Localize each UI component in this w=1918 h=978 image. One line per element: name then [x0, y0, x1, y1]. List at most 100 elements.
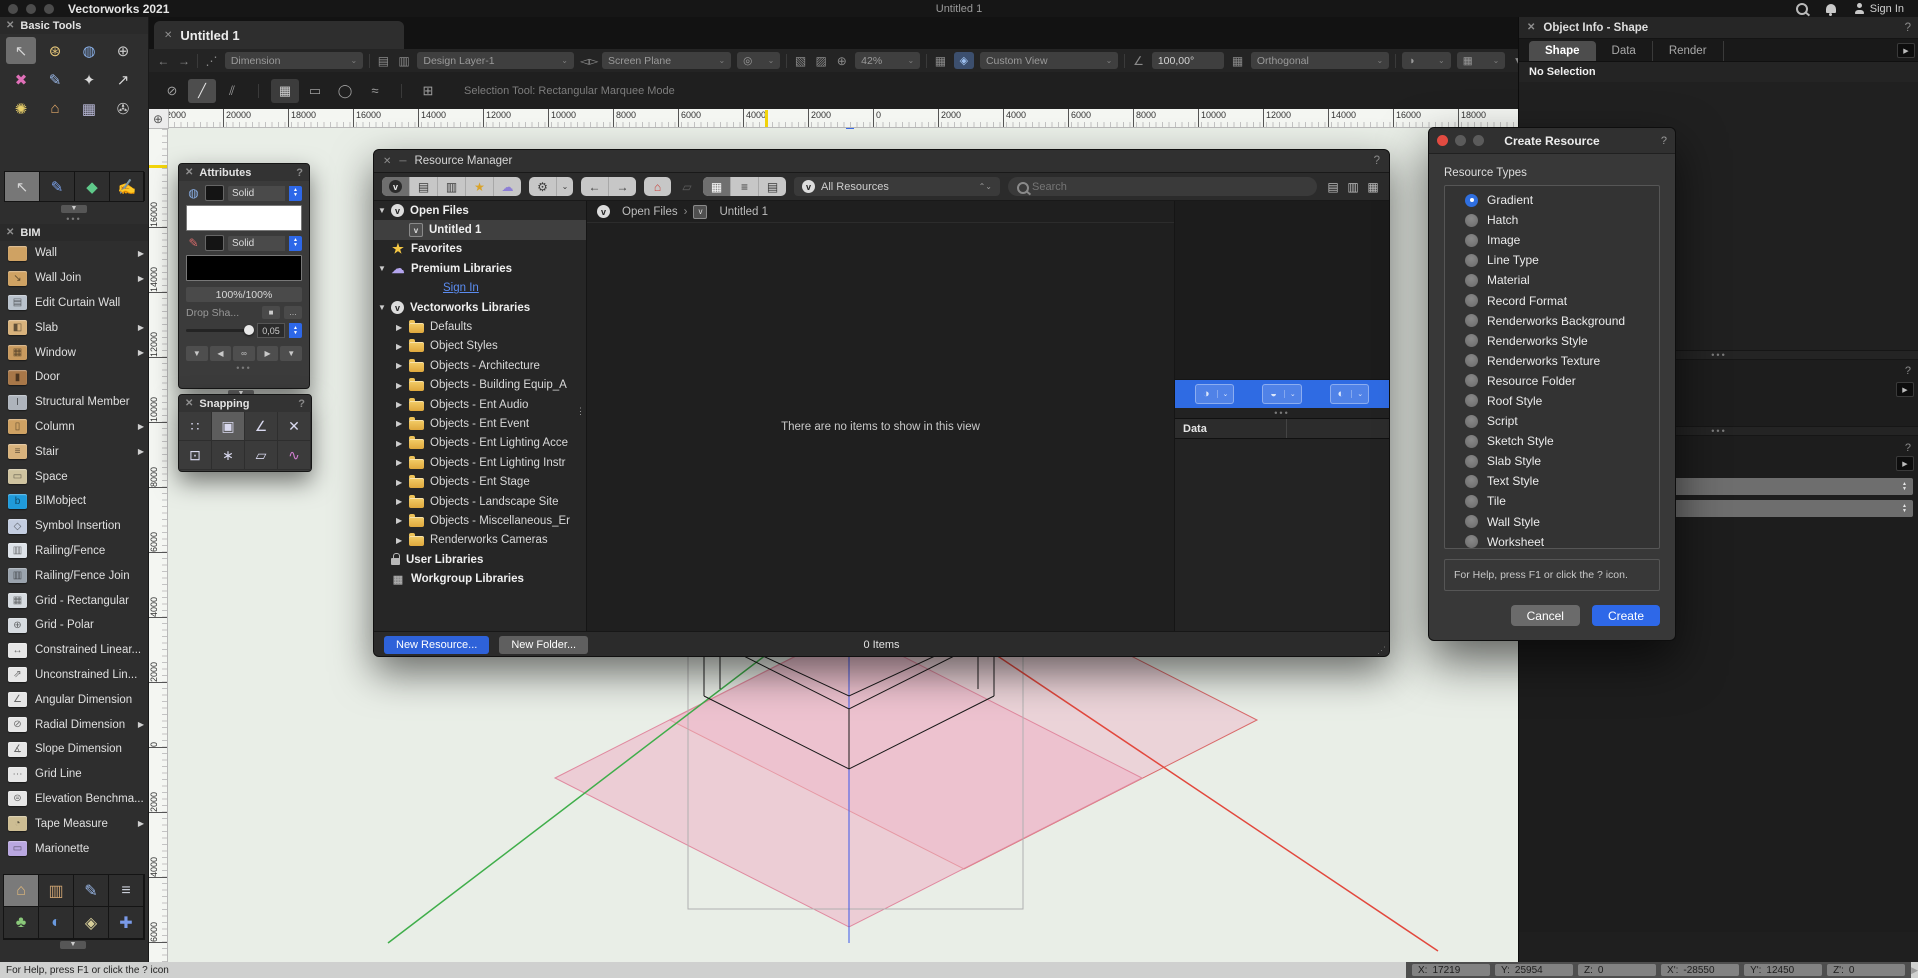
resource-type-option[interactable]: Renderworks Texture: [1445, 351, 1659, 371]
bim-tool-item[interactable]: b BIMobject: [0, 489, 148, 514]
close-tab-icon[interactable]: ✕: [164, 30, 172, 41]
snap-toggle[interactable]: ▣: [212, 412, 245, 441]
breadcrumb-current[interactable]: Untitled 1: [719, 206, 768, 218]
back-icon[interactable]: ←: [156, 54, 171, 68]
pen-color-button[interactable]: [205, 235, 224, 251]
back-button[interactable]: ←: [581, 177, 609, 196]
radio-icon[interactable]: [1465, 415, 1478, 428]
bim-tool-item[interactable]: Wall ▶: [0, 241, 148, 266]
view-prev-icon[interactable]: ▨: [814, 54, 829, 68]
attr-menu-button[interactable]: ▼: [186, 346, 208, 361]
tree-item[interactable]: Untitled 1: [374, 220, 586, 239]
tool-set-button[interactable]: ◐: [39, 907, 74, 939]
expander-icon[interactable]: ▶: [396, 439, 409, 448]
tool-button[interactable]: ✍: [110, 172, 145, 201]
zoom-dropdown[interactable]: 42%⌄: [855, 52, 920, 69]
bim-tool-item[interactable]: ↘ Wall Join ▶: [0, 266, 148, 291]
bim-tool-item[interactable]: ◧ Slab ▶: [0, 315, 148, 340]
forward-icon[interactable]: →: [177, 54, 192, 68]
tree-item[interactable]: ▶ Objects - Ent Stage: [374, 472, 586, 491]
notifications-icon[interactable]: [1826, 4, 1836, 13]
zoom-window-button[interactable]: [44, 4, 54, 14]
texture-dropdown-button[interactable]: ◑ ⌄: [1195, 384, 1235, 404]
tree-item[interactable]: ▶ Objects - Ent Event: [374, 414, 586, 433]
help-icon[interactable]: ?: [1661, 135, 1667, 147]
mode-button[interactable]: ▭: [301, 79, 329, 103]
tab[interactable]: Data: [1596, 41, 1653, 61]
snap-toggle[interactable]: ⊡: [179, 441, 212, 470]
tree-item[interactable]: Workgroup Libraries: [374, 569, 586, 588]
help-icon[interactable]: ?: [296, 167, 303, 179]
expander-icon[interactable]: ▼: [378, 264, 391, 273]
close-icon[interactable]: ✕: [6, 227, 14, 238]
source-filter-button[interactable]: v: [382, 177, 410, 196]
resource-type-option[interactable]: Roof Style: [1445, 391, 1659, 411]
render-mode-dropdown[interactable]: ◑⌄: [1402, 52, 1451, 69]
help-icon[interactable]: ?: [1905, 365, 1911, 377]
tool-button[interactable]: ⊛: [40, 37, 70, 64]
angle-snap-icon[interactable]: ∠: [1131, 54, 1146, 68]
bim-tool-item[interactable]: ∠ Angular Dimension: [0, 687, 148, 712]
attr-link-button[interactable]: ∞: [233, 346, 255, 361]
unified-view-icon[interactable]: ◈: [954, 52, 974, 69]
bim-tool-item[interactable]: ▤ Edit Curtain Wall: [0, 291, 148, 316]
attr-prev-button[interactable]: ◀: [210, 346, 232, 361]
panel-flyout-button[interactable]: ▶: [1897, 43, 1915, 58]
resource-type-option[interactable]: Image: [1445, 230, 1659, 250]
resource-type-option[interactable]: Text Style: [1445, 471, 1659, 491]
resource-type-option[interactable]: Renderworks Style: [1445, 331, 1659, 351]
layer-nav-icon[interactable]: ◅▻: [580, 54, 596, 68]
tree-item[interactable]: User Libraries: [374, 550, 586, 569]
tab[interactable]: Shape: [1529, 41, 1596, 61]
resource-type-option[interactable]: Line Type: [1445, 250, 1659, 270]
snap-toggle[interactable]: ∿: [278, 441, 311, 470]
mode-button[interactable]: ╱: [188, 79, 216, 103]
view-mode-button[interactable]: ▦: [703, 177, 731, 196]
resource-type-option[interactable]: Record Format: [1445, 290, 1659, 310]
tool-button[interactable]: ◆: [75, 172, 110, 201]
coordinate-field[interactable]: Z: 0: [1578, 964, 1656, 976]
source-filter-button[interactable]: ▥: [438, 177, 466, 196]
resource-type-option[interactable]: Resource Folder: [1445, 371, 1659, 391]
palette-gripper[interactable]: •••: [0, 216, 148, 222]
fill-color-button[interactable]: [205, 185, 224, 201]
radio-icon[interactable]: [1465, 314, 1478, 327]
tool-set-button[interactable]: ✎: [74, 875, 109, 907]
fill-color-swatch[interactable]: [186, 205, 302, 231]
expander-icon[interactable]: ▶: [396, 381, 409, 390]
mode-button[interactable]: ▦: [271, 79, 299, 103]
close-icon[interactable]: ✕: [1527, 22, 1535, 33]
texture-dropdown-button[interactable]: ◒ ⌄: [1262, 384, 1302, 404]
tree-item[interactable]: ▶ Object Styles: [374, 337, 586, 356]
snap-toggle[interactable]: ∠: [245, 412, 278, 441]
bim-tool-item[interactable]: ⊘ Radial Dimension ▶: [0, 712, 148, 737]
expander-icon[interactable]: ▶: [396, 419, 409, 428]
ruler-origin-icon[interactable]: ⊕: [148, 109, 169, 129]
coordinate-field[interactable]: X: 17219: [1412, 964, 1490, 976]
pane-gripper[interactable]: •••: [1175, 408, 1389, 418]
status-overflow-icon[interactable]: ▶: [1911, 965, 1918, 976]
cancel-button[interactable]: Cancel: [1511, 605, 1580, 626]
bim-tool-item[interactable]: ∡ Slope Dimension: [0, 737, 148, 762]
new-resource-button[interactable]: New Resource...: [384, 636, 489, 654]
bim-tool-item[interactable]: I Structural Member: [0, 390, 148, 415]
tree-item[interactable]: ▶ Objects - Building Equip_A: [374, 376, 586, 395]
zoom-dialog-button[interactable]: [1473, 135, 1484, 146]
resource-type-option[interactable]: Worksheet: [1445, 532, 1659, 549]
radio-icon[interactable]: [1465, 435, 1478, 448]
radio-icon[interactable]: [1465, 455, 1478, 468]
source-filter-button[interactable]: ☁: [494, 177, 521, 196]
object-info-header[interactable]: ✕ Object Info - Shape ?: [1519, 17, 1918, 39]
tree-item[interactable]: ▼ Open Files: [374, 201, 586, 220]
snap-toggle[interactable]: ∗: [212, 441, 245, 470]
class-dropdown[interactable]: Dimension⌄: [225, 52, 363, 69]
pen-color-swatch[interactable]: [186, 255, 302, 281]
sign-in-button[interactable]: Sign In: [1854, 3, 1904, 15]
radio-icon[interactable]: [1465, 515, 1478, 528]
close-dialog-button[interactable]: [1437, 135, 1448, 146]
tool-button[interactable]: ✺: [6, 95, 36, 122]
bim-tool-item[interactable]: ▭ Marionette: [0, 836, 148, 861]
resource-type-option[interactable]: Script: [1445, 411, 1659, 431]
bim-tool-item[interactable]: ◇ Symbol Insertion: [0, 514, 148, 539]
view-mode-button[interactable]: ▤: [759, 177, 786, 196]
